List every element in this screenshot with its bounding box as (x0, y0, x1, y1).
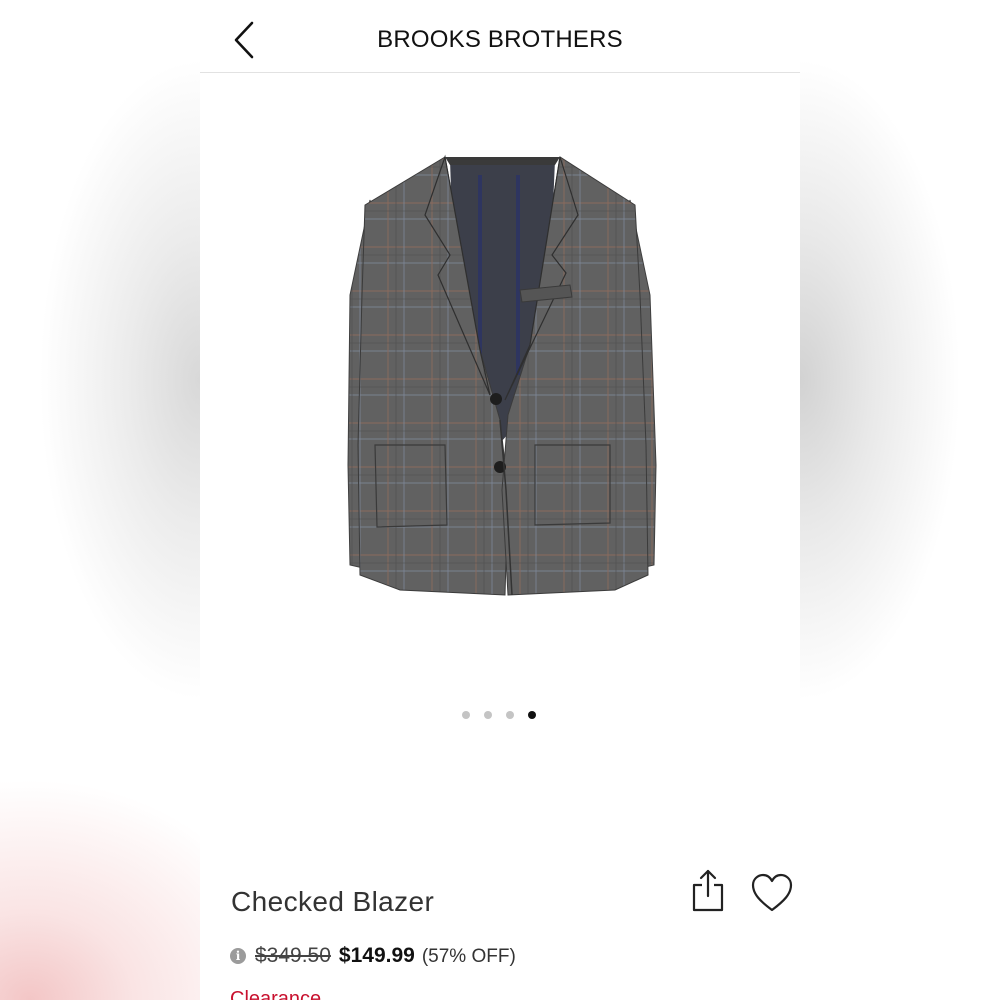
blazer-image (347, 154, 657, 596)
carousel-dot-active[interactable] (528, 711, 536, 719)
carousel-dots (462, 711, 536, 719)
favorite-button[interactable] (750, 872, 794, 914)
original-price: $349.50 (255, 944, 331, 967)
clearance-badge: Clearance (230, 988, 322, 1000)
carousel-dot[interactable] (484, 711, 492, 719)
product-screen: BROOKS BROTHERS Checked Blazer i $349.50… (200, 0, 800, 1000)
carousel-dot[interactable] (506, 711, 514, 719)
info-icon[interactable]: i (230, 948, 246, 964)
brand-title: BROOKS BROTHERS (377, 26, 623, 53)
blurred-backdrop-right (800, 0, 1000, 1000)
price-row: i $349.50 $149.99 (57% OFF) (230, 944, 516, 968)
discount-label: (57% OFF) (421, 946, 516, 967)
heart-icon (751, 873, 793, 912)
product-name: Checked Blazer (231, 886, 435, 917)
carousel-dot[interactable] (462, 711, 470, 719)
sale-price: $149.99 (338, 944, 415, 967)
top-nav-bar: BROOKS BROTHERS (200, 0, 800, 73)
share-button[interactable] (690, 868, 726, 914)
share-icon (692, 869, 724, 912)
product-image[interactable] (330, 145, 670, 605)
blurred-backdrop-left (0, 0, 200, 1000)
